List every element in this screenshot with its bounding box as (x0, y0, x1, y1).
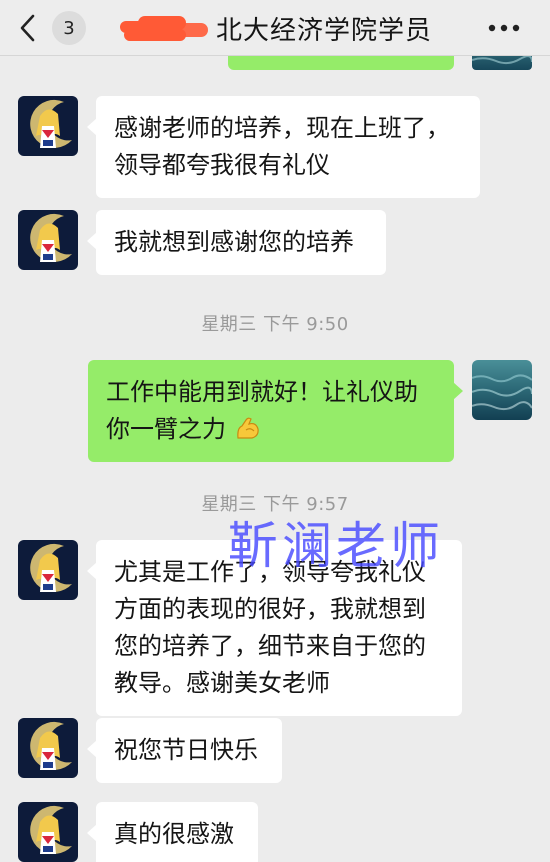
chat-header: 3 北大经济学院学员 (0, 0, 550, 56)
timestamp: 星期三 下午 9:50 (201, 314, 349, 335)
flexed-biceps-icon (234, 414, 262, 442)
chevron-left-icon (18, 8, 44, 48)
message-line: 真的很感激 (114, 820, 234, 848)
timestamp: 星期三 下午 9:57 (201, 494, 349, 515)
chat-screen: 3 北大经济学院学员 感谢老师的培养，现在上班了， 领导都夸我很有礼仪 我就想到… (0, 0, 550, 862)
back-button[interactable]: 3 (18, 8, 88, 48)
message-line: 你一臂之力 (106, 415, 226, 443)
message-line: 您的培养了，细节来自于您的 (114, 632, 426, 660)
contact-avatar[interactable] (18, 96, 78, 156)
message-line: 工作中能用到就好！让礼仪助 (106, 378, 418, 406)
received-message[interactable]: 真的很感激 (87, 802, 258, 862)
message-line: 我就想到感谢您的培养 (114, 228, 354, 256)
message-line: 祝您节日快乐 (114, 736, 258, 764)
contact-avatar[interactable] (18, 802, 78, 862)
message-line: 感谢老师的培养，现在上班了， (114, 114, 450, 142)
more-options-button[interactable] (484, 10, 524, 46)
received-message[interactable]: 尤其是工作了，领导夸我礼仪 方面的表现的很好，我就想到 您的培养了，细节来自于您… (87, 540, 462, 716)
message-line: 方面的表现的很好，我就想到 (114, 595, 426, 623)
message-line: 领导都夸我很有礼仪 (114, 151, 330, 179)
received-message[interactable]: 感谢老师的培养，现在上班了， 领导都夸我很有礼仪 (87, 96, 480, 198)
contact-avatar[interactable] (18, 540, 78, 600)
chat-title-area: 北大经济学院学员 (118, 10, 432, 46)
redaction-scribble (118, 13, 210, 43)
unread-count-badge: 3 (52, 11, 86, 45)
received-message[interactable]: 我就想到感谢您的培养 (87, 210, 386, 275)
message-line-with-emoji: 你一臂之力 (106, 411, 436, 448)
received-message[interactable]: 祝您节日快乐 (87, 718, 282, 783)
message-line: 尤其是工作了，领导夸我礼仪 (114, 558, 426, 586)
contact-avatar[interactable] (18, 718, 78, 778)
contact-avatar[interactable] (18, 210, 78, 270)
sent-message[interactable]: 工作中能用到就好！让礼仪助 你一臂之力 (88, 360, 463, 462)
chat-title: 北大经济学院学员 (216, 15, 433, 46)
message-line: 教导。感谢美女老师 (114, 669, 330, 697)
more-dots-icon (488, 24, 520, 32)
self-avatar[interactable] (472, 360, 532, 420)
